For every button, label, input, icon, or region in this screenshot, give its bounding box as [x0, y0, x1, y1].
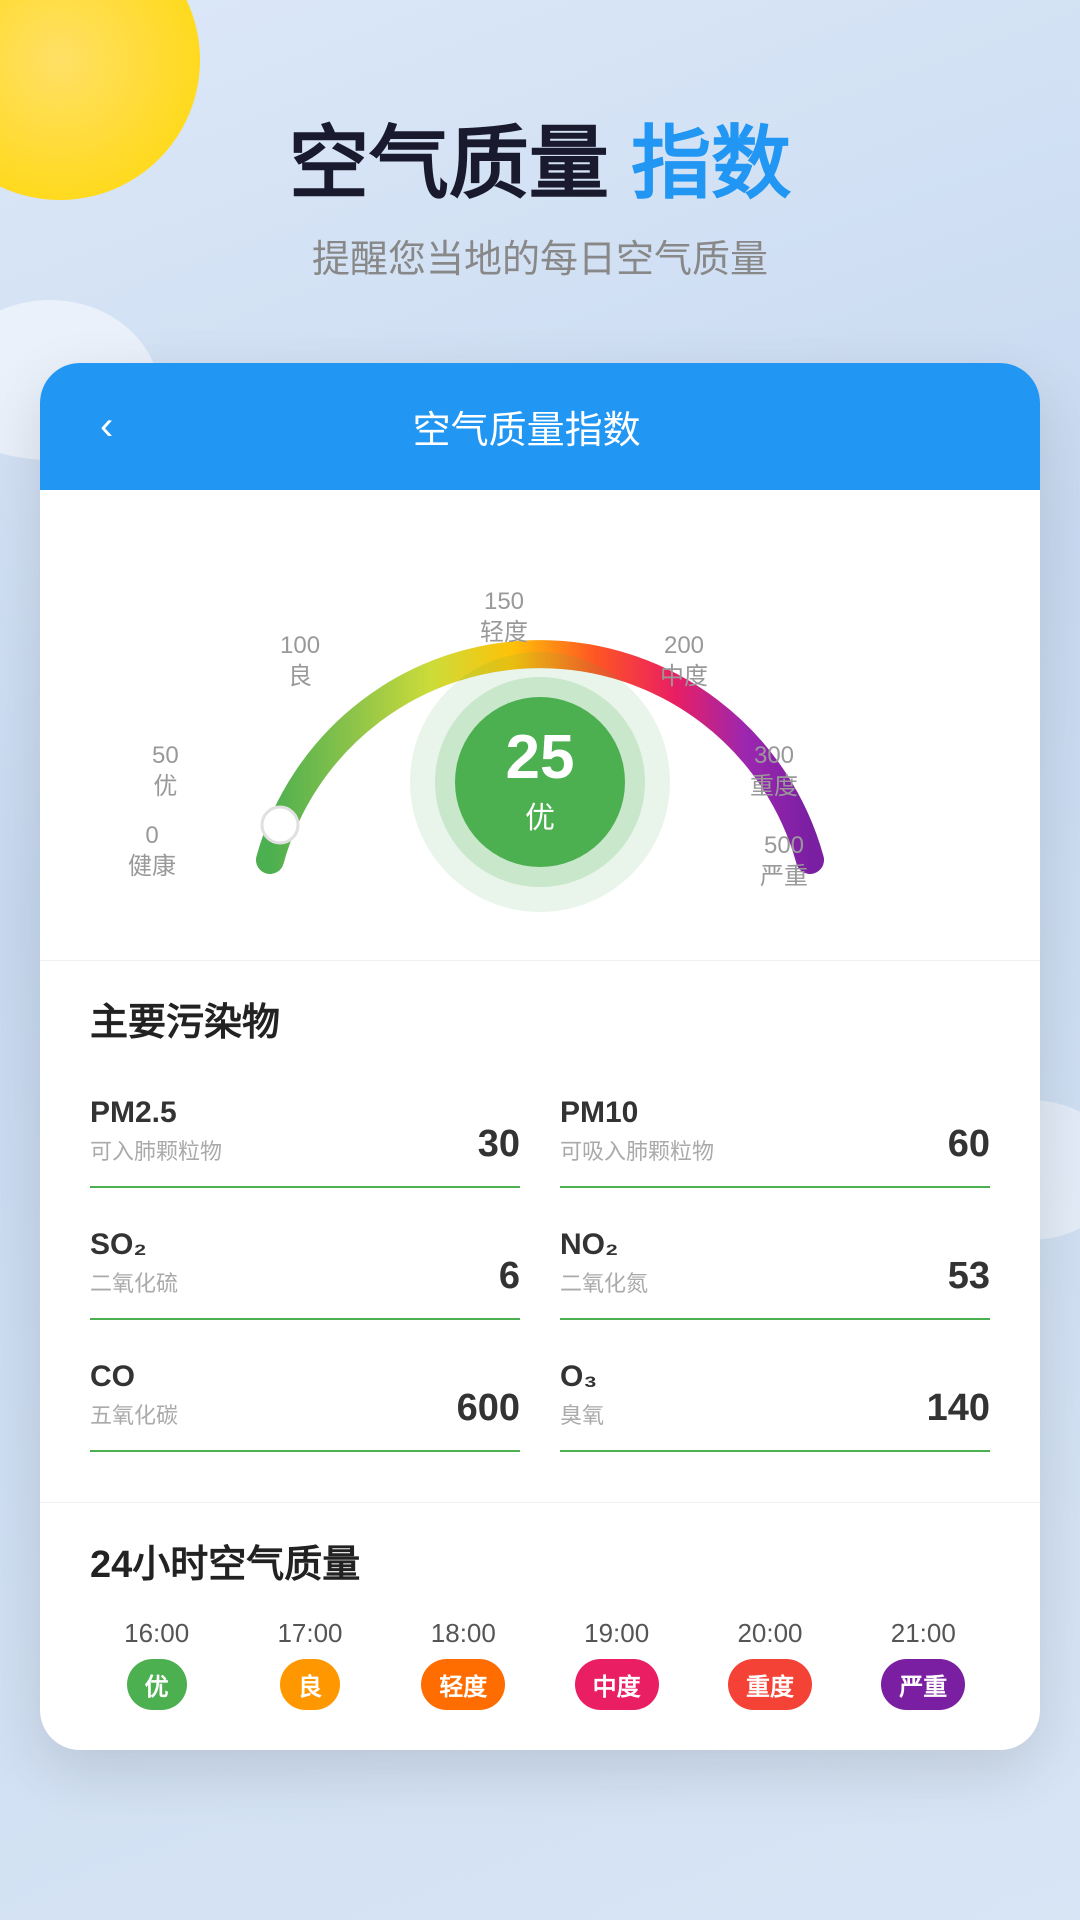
- pollutants-title: 主要污染物: [90, 991, 990, 1046]
- pollutant-so2: SO₂ 二氧化硫 6: [90, 1208, 520, 1320]
- quality-badge-1800: 轻度: [421, 1659, 505, 1710]
- hero-title-blue: 指数: [631, 119, 791, 208]
- quality-badge-1600: 优: [127, 1659, 187, 1710]
- pollutant-no2: NO₂ 二氧化氮 53: [560, 1208, 990, 1320]
- pollutant-no2-sub: 二氧化氮: [560, 1266, 648, 1298]
- gauge-label-100: 100 良: [280, 630, 320, 692]
- quality-badge-2000: 重度: [728, 1659, 812, 1710]
- pollutant-o3-info: O₃ 臭氧: [560, 1360, 604, 1430]
- pollutant-pm25-sub: 可入肺颗粒物: [90, 1134, 222, 1166]
- pollutant-no2-name: NO₂: [560, 1228, 648, 1262]
- pollutant-co: CO 五氧化碳 600: [90, 1340, 520, 1452]
- pollutant-pm10-name: PM10: [560, 1096, 714, 1130]
- pollutant-co-name: CO: [90, 1360, 178, 1394]
- hero-title-black: 空气质量: [289, 119, 609, 208]
- pollutant-pm10-sub: 可吸入肺颗粒物: [560, 1134, 714, 1166]
- pollutant-so2-sub: 二氧化硫: [90, 1266, 178, 1298]
- time-slot-2100: 21:00 严重: [857, 1618, 990, 1710]
- time-slot-1800: 18:00 轻度: [397, 1618, 530, 1710]
- gauge-section: 0 健康 50 优 100 良 150 轻度 200 中度: [40, 490, 1040, 960]
- time-label-1700: 17:00: [277, 1618, 342, 1649]
- time-label-2100: 21:00: [891, 1618, 956, 1649]
- time-slot-1600: 16:00 优: [90, 1618, 223, 1710]
- pollutant-o3-sub: 臭氧: [560, 1398, 604, 1430]
- quality-badge-1900: 中度: [575, 1659, 659, 1710]
- gauge-label-300: 300 重度: [750, 740, 798, 802]
- pollutant-o3: O₃ 臭氧 140: [560, 1340, 990, 1452]
- pollutant-pm10-value: 60: [948, 1123, 990, 1166]
- quality-badge-2100: 严重: [881, 1659, 965, 1710]
- pollutant-o3-value: 140: [927, 1387, 990, 1430]
- hero-subtitle: 提醒您当地的每日空气质量: [60, 228, 1020, 283]
- card-header: ‹ 空气质量指数: [40, 363, 1040, 490]
- pollutant-co-info: CO 五氧化碳: [90, 1360, 178, 1430]
- time-label-2000: 20:00: [737, 1618, 802, 1649]
- time-label-1900: 19:00: [584, 1618, 649, 1649]
- pollutant-pm25: PM2.5 可入肺颗粒物 30: [90, 1076, 520, 1188]
- pollutant-no2-value: 53: [948, 1255, 990, 1298]
- hero-title: 空气质量 指数: [60, 120, 1020, 208]
- hourly-title: 24小时空气质量: [90, 1533, 990, 1588]
- pollutant-co-sub: 五氧化碳: [90, 1398, 178, 1430]
- pollutant-pm10: PM10 可吸入肺颗粒物 60: [560, 1076, 990, 1188]
- main-card: ‹ 空气质量指数: [40, 363, 1040, 1750]
- time-label-1600: 16:00: [124, 1618, 189, 1649]
- card-title: 空气质量指数: [133, 399, 920, 454]
- pollutant-pm25-info: PM2.5 可入肺颗粒物: [90, 1096, 222, 1166]
- pollutant-pm10-info: PM10 可吸入肺颗粒物: [560, 1096, 714, 1166]
- gauge-center-display: 25 优: [410, 652, 670, 912]
- gauge-value-circle: 25 优: [455, 697, 625, 867]
- gauge-container: 0 健康 50 优 100 良 150 轻度 200 中度: [80, 520, 1000, 940]
- pollutant-pm25-name: PM2.5: [90, 1096, 222, 1130]
- pollutant-co-value: 600: [457, 1387, 520, 1430]
- pollutant-grid: PM2.5 可入肺颗粒物 30 PM10 可吸入肺颗粒物 60 SO₂ 二氧化硫…: [90, 1076, 990, 1472]
- time-slots-container: 16:00 优 17:00 良 18:00 轻度 19:00 中度 20:00 …: [90, 1618, 990, 1710]
- pollutants-section: 主要污染物 PM2.5 可入肺颗粒物 30 PM10 可吸入肺颗粒物 60 SO…: [40, 960, 1040, 1502]
- gauge-glow-outer: 25 优: [410, 652, 670, 912]
- time-label-1800: 18:00: [431, 1618, 496, 1649]
- pollutant-o3-name: O₃: [560, 1360, 604, 1394]
- gauge-label-50: 50 优: [152, 740, 179, 802]
- time-slot-2000: 20:00 重度: [703, 1618, 836, 1710]
- gauge-label-0: 0 健康: [128, 820, 176, 882]
- gauge-label-150: 150 轻度: [480, 586, 528, 648]
- gauge-value-level: 优: [525, 793, 555, 837]
- quality-badge-1700: 良: [280, 1659, 340, 1710]
- hourly-section: 24小时空气质量 16:00 优 17:00 良 18:00 轻度 19:00 …: [40, 1502, 1040, 1750]
- time-slot-1900: 19:00 中度: [550, 1618, 683, 1710]
- gauge-value-number: 25: [506, 727, 575, 789]
- pollutant-so2-name: SO₂: [90, 1228, 178, 1262]
- gauge-glow-inner: 25 优: [435, 677, 645, 887]
- pollutant-pm25-value: 30: [478, 1123, 520, 1166]
- back-button[interactable]: ‹: [100, 404, 113, 449]
- pollutant-so2-info: SO₂ 二氧化硫: [90, 1228, 178, 1298]
- pollutant-so2-value: 6: [499, 1255, 520, 1298]
- gauge-label-500: 500 严重: [760, 830, 808, 892]
- hero-section: 空气质量 指数 提醒您当地的每日空气质量: [0, 0, 1080, 343]
- time-slot-1700: 17:00 良: [243, 1618, 376, 1710]
- pollutant-no2-info: NO₂ 二氧化氮: [560, 1228, 648, 1298]
